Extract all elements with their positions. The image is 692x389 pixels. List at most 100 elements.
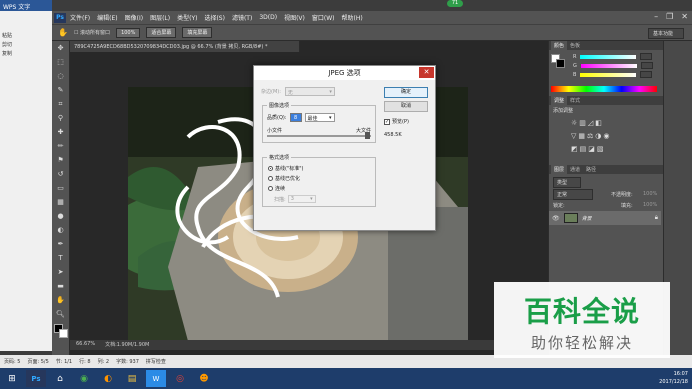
wps-paste[interactable]: 粘贴 bbox=[0, 31, 52, 40]
zoom-level[interactable]: 66.67% bbox=[76, 341, 95, 349]
menu-3d[interactable]: 3D(D) bbox=[259, 14, 277, 21]
menu-image[interactable]: 图像(I) bbox=[125, 13, 143, 22]
blend-mode-select[interactable]: 正常 bbox=[553, 189, 593, 200]
tab-color[interactable]: 颜色 bbox=[551, 41, 568, 50]
path-select-icon[interactable]: ➤ bbox=[55, 266, 67, 278]
shape-tool-icon[interactable]: ▬ bbox=[55, 280, 67, 292]
photoshop-taskbar-icon[interactable]: Ps bbox=[26, 370, 46, 387]
fill-screen-button[interactable]: 填充屏幕 bbox=[182, 27, 213, 38]
quality-slider-thumb[interactable] bbox=[365, 132, 370, 139]
menu-filter[interactable]: 滤镜(T) bbox=[232, 13, 252, 22]
preview-checkbox[interactable]: ✓ 预览(P) bbox=[384, 118, 409, 125]
document-tab[interactable]: 789C4725A9ECD68BD5320709834DCD03.jpg @ 6… bbox=[70, 41, 300, 52]
opacity-value[interactable]: 100% bbox=[643, 191, 657, 197]
tab-layers[interactable]: 图层 bbox=[551, 165, 568, 174]
healing-tool-icon[interactable]: ✚ bbox=[55, 126, 67, 138]
home-taskbar-icon[interactable]: ⌂ bbox=[50, 370, 70, 387]
r-value[interactable] bbox=[640, 53, 653, 60]
app-dark-icon[interactable]: ☻ bbox=[194, 370, 214, 387]
restore-icon[interactable]: ❐ bbox=[666, 12, 673, 21]
tab-swatches[interactable]: 色板 bbox=[567, 41, 583, 50]
levels-icon[interactable]: ▥ bbox=[579, 119, 588, 127]
color-spectrum[interactable] bbox=[551, 86, 657, 92]
menu-view[interactable]: 视图(V) bbox=[284, 13, 305, 22]
photo-filter-icon[interactable]: ◉ bbox=[603, 132, 611, 140]
fg-bg-swatch[interactable] bbox=[551, 54, 565, 68]
pen-tool-icon[interactable]: ✒ bbox=[55, 238, 67, 250]
tab-channels[interactable]: 通道 bbox=[567, 165, 583, 174]
hue-icon[interactable]: ▦ bbox=[578, 132, 587, 140]
quick-select-tool-icon[interactable]: ✎ bbox=[55, 84, 67, 96]
layer-row[interactable]: 👁︎ 背景 🔒︎ bbox=[549, 211, 661, 225]
matte-select[interactable]: 无 ▾ bbox=[284, 87, 335, 96]
color-swatches[interactable] bbox=[53, 324, 68, 338]
notification-badge: 71 bbox=[447, 0, 463, 7]
history-brush-icon[interactable]: ↺ bbox=[55, 168, 67, 180]
eyedropper-tool-icon[interactable]: ⚲ bbox=[55, 112, 67, 124]
eraser-tool-icon[interactable]: ▭ bbox=[55, 182, 67, 194]
b-slider-row[interactable]: B bbox=[565, 70, 653, 79]
menu-file[interactable]: 文件(F) bbox=[70, 13, 90, 22]
wps-copy[interactable]: 复制 bbox=[0, 49, 52, 58]
format-baseline-optimized-radio[interactable]: 基线已优化 bbox=[268, 175, 316, 182]
exposure-icon[interactable]: ◧ bbox=[595, 119, 604, 127]
dialog-close-icon[interactable]: ✕ bbox=[419, 67, 434, 78]
workspace-select[interactable]: 基本功能 bbox=[648, 28, 684, 39]
threshold-icon[interactable]: ◪ bbox=[588, 145, 597, 153]
scans-select[interactable]: 3 ▾ bbox=[287, 195, 316, 203]
invert-icon[interactable]: ◩ bbox=[571, 145, 580, 153]
b-label: B bbox=[573, 71, 577, 78]
layer-kind-filter[interactable]: 类型 bbox=[553, 177, 581, 188]
type-tool-icon[interactable]: T bbox=[55, 252, 67, 264]
quality-preset-select[interactable]: 最佳 ▾ bbox=[304, 113, 335, 122]
zoom-100-button[interactable]: 100% bbox=[116, 27, 141, 38]
menu-select[interactable]: 选择(S) bbox=[204, 13, 225, 22]
minimize-icon[interactable]: – bbox=[654, 12, 658, 21]
document-status-bar: 66.67% 文档:1.90M/1.90M bbox=[70, 340, 548, 350]
b-value[interactable] bbox=[640, 71, 653, 78]
blur-tool-icon[interactable]: ● bbox=[55, 210, 67, 222]
r-slider-row[interactable]: R bbox=[565, 52, 653, 61]
chrome-icon[interactable]: ◎ bbox=[170, 370, 190, 387]
eye-icon[interactable]: 👁︎ bbox=[552, 215, 560, 222]
gradient-tool-icon[interactable]: ▦ bbox=[55, 196, 67, 208]
status-spellcheck[interactable]: 拼写检查 bbox=[146, 358, 166, 365]
dodge-tool-icon[interactable]: ◐ bbox=[55, 224, 67, 236]
format-baseline-standard-radio[interactable]: 基线("标准") bbox=[268, 165, 316, 172]
g-value[interactable] bbox=[640, 62, 653, 69]
g-slider-row[interactable]: G bbox=[565, 61, 653, 70]
fill-value[interactable]: 100% bbox=[643, 202, 657, 208]
start-icon[interactable]: ⊞ bbox=[2, 370, 22, 387]
hand-tool-icon[interactable]: ✋ bbox=[55, 294, 67, 306]
move-tool-icon[interactable]: ✥ bbox=[55, 42, 67, 54]
brush-tool-icon[interactable]: ✏ bbox=[55, 140, 67, 152]
format-progressive-radio[interactable]: 连续 bbox=[268, 185, 316, 192]
quality-slider[interactable] bbox=[267, 132, 371, 139]
menu-edit[interactable]: 编辑(E) bbox=[97, 13, 117, 22]
menu-help[interactable]: 帮助(H) bbox=[342, 13, 363, 22]
wps-taskbar-icon[interactable]: W bbox=[146, 370, 166, 387]
zoom-tool-icon[interactable]: 🔍︎ bbox=[55, 308, 67, 320]
lasso-tool-icon[interactable]: ◌ bbox=[55, 70, 67, 82]
tab-adjustments[interactable]: 调整 bbox=[551, 96, 568, 105]
tab-paths[interactable]: 路径 bbox=[583, 165, 599, 174]
menu-type[interactable]: 类型(Y) bbox=[177, 13, 197, 22]
posterize-icon[interactable]: ▤ bbox=[580, 145, 589, 153]
crop-tool-icon[interactable]: ⌗ bbox=[55, 98, 67, 110]
ok-button[interactable]: 确定 bbox=[384, 87, 428, 98]
fit-screen-button[interactable]: 适合屏幕 bbox=[146, 27, 177, 38]
app-green-icon[interactable]: ◉ bbox=[74, 370, 94, 387]
wps-cut[interactable]: 剪切 bbox=[0, 40, 52, 49]
quality-input[interactable]: 8 bbox=[289, 113, 302, 122]
menu-window[interactable]: 窗口(W) bbox=[312, 13, 335, 22]
gradient-map-icon[interactable]: ▧ bbox=[597, 145, 606, 153]
tab-styles[interactable]: 样式 bbox=[567, 96, 583, 105]
close-icon[interactable]: ✕ bbox=[681, 12, 688, 21]
firefox-icon[interactable]: ◐ bbox=[98, 370, 118, 387]
menu-layer[interactable]: 图层(L) bbox=[150, 13, 170, 22]
marquee-tool-icon[interactable]: ⬚ bbox=[55, 56, 67, 68]
folder-icon[interactable]: ▤ bbox=[122, 370, 142, 387]
stamp-tool-icon[interactable]: ⚑ bbox=[55, 154, 67, 166]
cancel-button[interactable]: 取消 bbox=[384, 101, 428, 112]
scroll-all-windows-checkbox[interactable]: ☐ 滚动所有窗口 bbox=[74, 29, 110, 36]
